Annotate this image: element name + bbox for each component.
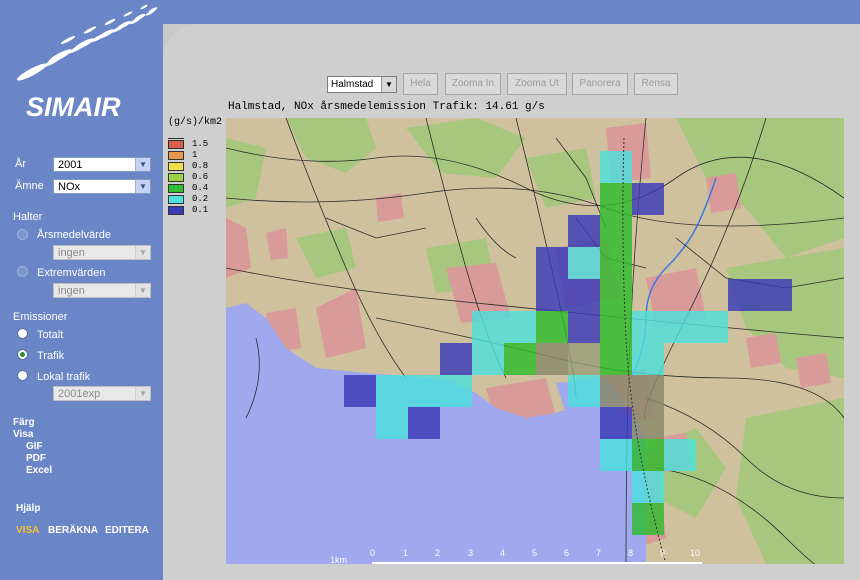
sidebar: SIMAIR År 2001 ▼ Ämne NOx ▼ Halter Årsme… [0, 0, 163, 580]
legend-value: 1 [192, 150, 198, 160]
extremvarden-select-value: ingen [58, 285, 85, 297]
scale-tick: 9 [660, 548, 666, 558]
chevron-down-icon[interactable]: ▼ [135, 387, 150, 400]
arsmedelvarde-select[interactable]: ingen ▼ [53, 245, 151, 260]
legend-swatch [168, 195, 184, 204]
visa-heading: Visa [13, 429, 34, 440]
extremvarden-select[interactable]: ingen ▼ [53, 283, 151, 298]
lokal-trafik-select[interactable]: 2001exp ▼ [53, 386, 151, 401]
emissioner-heading: Emissioner [13, 311, 68, 323]
clear-button[interactable]: Rensa [634, 73, 678, 95]
legend-value: 0.6 [192, 172, 209, 182]
hjalp-link[interactable]: Hjälp [16, 503, 40, 514]
radio-extremvarden[interactable] [17, 266, 28, 277]
scale-tick: 3 [468, 548, 474, 558]
mode-editera-link[interactable]: EDITERA [105, 525, 149, 536]
year-label: År [15, 158, 26, 170]
lokal-trafik-label: Lokal trafik [37, 371, 91, 383]
legend-value: 0.8 [192, 161, 209, 171]
year-select-value: 2001 [58, 159, 83, 171]
scale-tick: 4 [500, 548, 506, 558]
chevron-down-icon[interactable]: ▼ [135, 284, 150, 297]
pan-button[interactable]: Panorera [572, 73, 628, 95]
city-select[interactable]: Halmstad ▼ [327, 76, 397, 93]
arsmedelvarde-select-value: ingen [58, 247, 85, 259]
emission-map[interactable] [226, 118, 844, 564]
map-canvas [226, 118, 844, 564]
substance-select[interactable]: NOx ▼ [53, 179, 151, 194]
legend-value: 0.1 [192, 205, 209, 215]
halter-heading: Halter [13, 211, 43, 223]
substance-label: Ämne [15, 180, 44, 192]
arsmedelvarde-label: Årsmedelvärde [37, 229, 111, 241]
farg-link[interactable]: Färg [13, 417, 35, 428]
legend-row: 0.8 [168, 161, 224, 172]
scale-tick: 10 [690, 548, 701, 558]
radio-trafik[interactable] [17, 349, 28, 360]
mode-visa-link[interactable]: VISA [16, 525, 39, 536]
trafik-label: Trafik [37, 350, 65, 362]
map-title: Halmstad, NOx årsmedelemission Trafik: 1… [228, 101, 545, 113]
legend-swatch [168, 206, 184, 215]
zoom-out-button[interactable]: Zooma Ut [507, 73, 567, 95]
app-logo-text: SIMAIR [26, 92, 121, 122]
legend-row: 0.6 [168, 172, 224, 183]
radio-selected-dot [20, 352, 25, 357]
legend-unit-label: (g/s)/km2 [168, 117, 223, 128]
year-select[interactable]: 2001 ▼ [53, 157, 151, 172]
hela-button[interactable]: Hela [403, 73, 438, 95]
radio-lokal-trafik[interactable] [17, 370, 28, 381]
scale-tick: 2 [435, 548, 441, 558]
legend-swatch [168, 162, 184, 171]
scale-tick: 5 [532, 548, 538, 558]
legend-value: 0.2 [192, 194, 209, 204]
chevron-down-icon[interactable]: ▼ [135, 180, 150, 193]
visa-excel-link[interactable]: Excel [26, 465, 52, 476]
scale-tick: 0 [370, 548, 376, 558]
lokal-trafik-select-value: 2001exp [58, 388, 101, 400]
legend-row: 0.2 [168, 194, 224, 205]
legend-swatch [168, 140, 184, 149]
scale-tick: 7 [596, 548, 602, 558]
legend-row: 1 [168, 150, 224, 161]
scale-unit-label: 1km [330, 555, 348, 565]
top-banner [163, 0, 860, 24]
legend-swatch [168, 173, 184, 182]
scale-bar [372, 562, 702, 564]
legend-swatch [168, 151, 184, 160]
scale-tick: 8 [628, 548, 634, 558]
legend-swatch [168, 184, 184, 193]
city-select-value: Halmstad [331, 79, 374, 90]
zoom-in-button[interactable]: Zooma In [445, 73, 501, 95]
radio-totalt[interactable] [17, 328, 28, 339]
chevron-down-icon[interactable]: ▼ [381, 77, 396, 92]
legend-value: 1.5 [192, 139, 209, 149]
substance-select-value: NOx [58, 181, 80, 193]
chevron-down-icon[interactable]: ▼ [135, 158, 150, 171]
chevron-down-icon[interactable]: ▼ [135, 246, 150, 259]
logo-swoosh-icon [16, 4, 158, 81]
legend-row: 1.5 [168, 139, 224, 150]
visa-pdf-link[interactable]: PDF [26, 453, 46, 464]
legend-value: 0.4 [192, 183, 209, 193]
mode-berakna-link[interactable]: BERÄKNA [48, 525, 98, 536]
legend-row: 0.1 [168, 205, 224, 216]
visa-gif-link[interactable]: GIF [26, 441, 43, 452]
legend-top-border [168, 138, 184, 139]
legend-row: 0.4 [168, 183, 224, 194]
scale-tick: 6 [564, 548, 570, 558]
radio-arsmedelvarde[interactable] [17, 229, 28, 240]
scale-tick: 1 [403, 548, 409, 558]
extremvarden-label: Extremvärden [37, 267, 106, 279]
totalt-label: Totalt [37, 329, 64, 341]
